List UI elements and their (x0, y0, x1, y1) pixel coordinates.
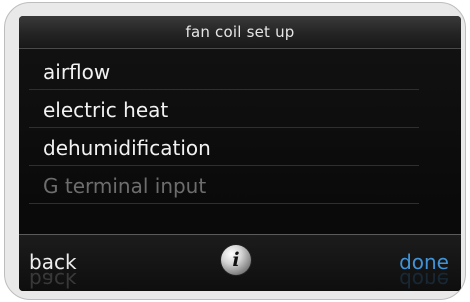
menu-item-label: G terminal input (43, 174, 207, 198)
menu-item-label: airflow (43, 60, 111, 84)
info-icon-glyph: i (232, 249, 240, 271)
title-bar: fan coil set up (19, 16, 461, 49)
thermostat-screen: fan coil set up airflow electric heat de… (19, 16, 461, 291)
menu-item-label: electric heat (43, 98, 169, 122)
menu-item-airflow[interactable]: airflow (29, 54, 419, 90)
done-button[interactable]: done done (399, 250, 449, 291)
footer-bar: back back i done done (19, 235, 461, 291)
page-title: fan coil set up (185, 23, 295, 41)
info-icon[interactable]: i (221, 245, 251, 275)
back-button[interactable]: back back (29, 250, 77, 291)
menu-item-electric-heat[interactable]: electric heat (29, 92, 419, 128)
menu-item-label: dehumidification (43, 136, 211, 160)
back-button-label: back (29, 250, 77, 274)
menu-item-dehumidification[interactable]: dehumidification (29, 130, 419, 166)
done-button-label: done (399, 250, 449, 274)
menu-item-g-terminal-input: G terminal input (29, 168, 419, 204)
device-bezel: fan coil set up airflow electric heat de… (4, 2, 466, 300)
